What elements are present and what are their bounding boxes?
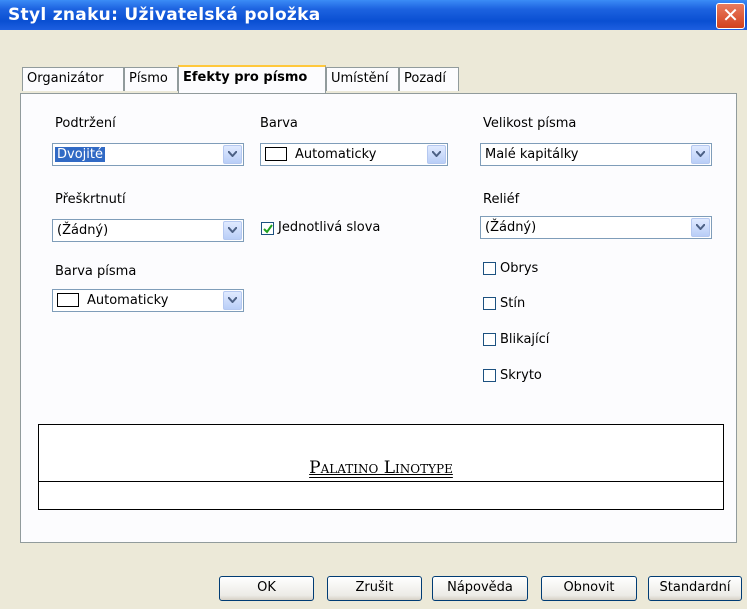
hidden-checkbox[interactable] (483, 369, 496, 382)
color-swatch (57, 293, 79, 307)
underline-select[interactable]: Dvojité (52, 143, 244, 166)
standard-button[interactable]: Standardní (648, 576, 742, 601)
tab-umisteni[interactable]: Umístění (326, 67, 399, 91)
tab-organizator[interactable]: Organizátor (22, 67, 124, 91)
chevron-down-icon[interactable] (691, 218, 710, 237)
font-size-label: Velikost písma (483, 116, 577, 131)
font-size-value: Malé kapitálky (485, 147, 579, 162)
dialog-window: Styl znaku: Uživatelská položka ✕ Organi… (0, 0, 747, 609)
relief-label: Reliéf (483, 192, 520, 207)
strikethrough-select[interactable]: (Žádný) (52, 219, 244, 242)
relief-select[interactable]: (Žádný) (480, 216, 712, 239)
strikethrough-label: Přeškrtnutí (55, 192, 126, 207)
window-title: Styl znaku: Uživatelská položka (8, 5, 321, 25)
font-color-value: Automaticky (87, 293, 169, 308)
help-button[interactable]: Nápověda (432, 576, 528, 601)
strikethrough-value: (Žádný) (57, 223, 109, 238)
relief-value: (Žádný) (485, 220, 537, 235)
outline-checkbox[interactable] (483, 262, 496, 275)
chevron-down-icon[interactable] (691, 145, 710, 164)
underline-label: Podtržení (55, 116, 116, 131)
individual-words-checkbox[interactable] (261, 222, 274, 235)
outline-label[interactable]: Obrys (500, 261, 538, 276)
chevron-down-icon[interactable] (223, 291, 242, 310)
font-color-label: Barva písma (55, 264, 137, 279)
font-color-select[interactable]: Automaticky (52, 289, 244, 312)
chevron-down-icon[interactable] (223, 221, 242, 240)
reset-button[interactable]: Obnovit (541, 576, 637, 601)
close-icon[interactable]: ✕ (716, 3, 745, 29)
blinking-checkbox[interactable] (483, 333, 496, 346)
underline-value: Dvojité (55, 147, 105, 162)
cancel-button[interactable]: Zrušit (327, 576, 422, 601)
hidden-label[interactable]: Skryto (500, 368, 542, 383)
blinking-label[interactable]: Blikající (500, 332, 549, 347)
font-size-select[interactable]: Malé kapitálky (480, 143, 712, 166)
individual-words-label[interactable]: Jednotlivá slova (278, 220, 380, 235)
tab-pismo[interactable]: Písmo (124, 67, 178, 91)
preview-text: Palatino Linotype (309, 458, 453, 478)
color-label: Barva (260, 116, 298, 131)
preview-baseline (39, 481, 723, 482)
chevron-down-icon[interactable] (223, 145, 242, 164)
color-value: Automaticky (295, 147, 377, 162)
ok-button[interactable]: OK (219, 576, 314, 601)
tab-efekty-pro-pismo[interactable]: Efekty pro písmo (178, 65, 326, 93)
preview-box: Palatino Linotype (38, 424, 724, 510)
color-select[interactable]: Automaticky (260, 143, 448, 166)
color-swatch (265, 147, 287, 161)
checkmark-icon (263, 224, 273, 234)
shadow-checkbox[interactable] (483, 297, 496, 310)
shadow-label[interactable]: Stín (500, 296, 525, 311)
tab-pozadi[interactable]: Pozadí (399, 67, 459, 91)
title-bar[interactable]: Styl znaku: Uživatelská položka ✕ (0, 0, 747, 30)
chevron-down-icon[interactable] (427, 145, 446, 164)
